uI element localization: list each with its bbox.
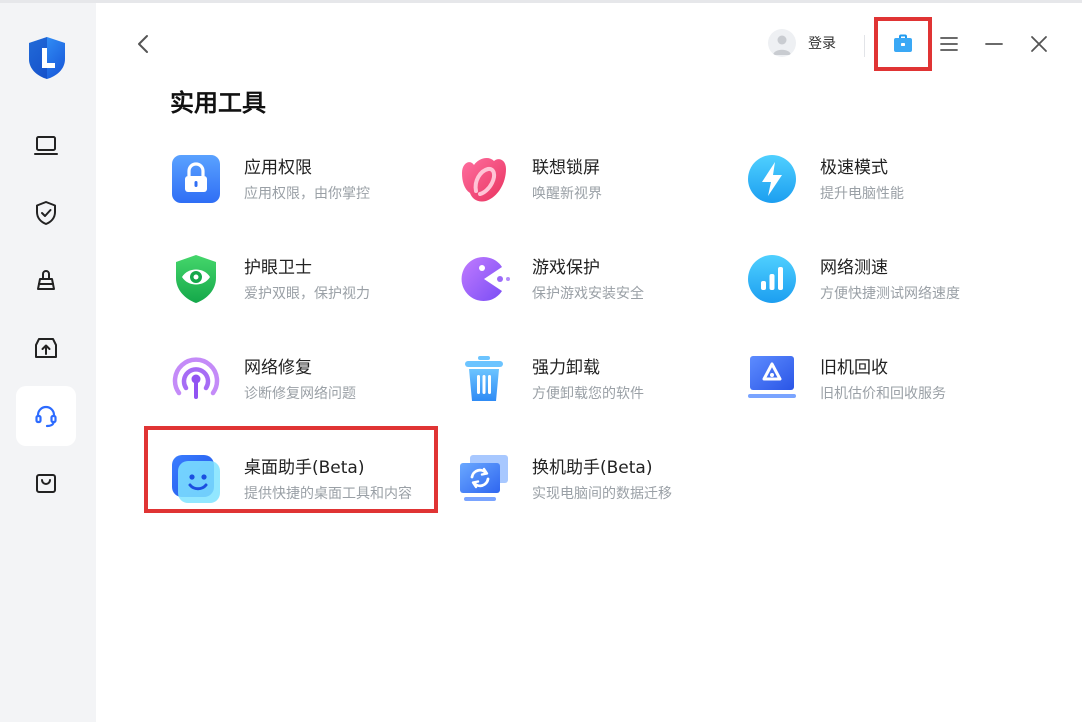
shield-check-icon <box>36 201 56 225</box>
main-panel: 登录 实用工具 应用权限 应用权限，由你掌控 联想锁屏 唤醒新视界 极速模式 提… <box>96 3 1082 722</box>
tool-desc: 提升电脑性能 <box>820 186 904 202</box>
tool-name: 强力卸载 <box>532 358 600 378</box>
tool-desc: 唤醒新视界 <box>532 186 602 202</box>
toolbox-icon <box>894 34 912 52</box>
trash-icon <box>458 353 510 405</box>
nav-item-shop[interactable] <box>16 453 76 513</box>
login-button[interactable]: 登录 <box>768 28 836 58</box>
tool-app-permission[interactable]: 应用权限 应用权限，由你掌控 <box>170 153 450 223</box>
tool-desc: 方便卸载您的软件 <box>532 386 644 402</box>
nav-item-device[interactable] <box>16 116 76 176</box>
close-icon <box>1031 36 1047 52</box>
chevron-left-icon <box>138 35 148 53</box>
eye-shield-icon <box>170 253 222 305</box>
user-icon <box>773 35 791 55</box>
migrate-icon <box>458 453 510 505</box>
tool-desc: 爱护双眼，保护视力 <box>244 286 370 302</box>
driver-upload-icon <box>35 338 57 358</box>
nav-item-security[interactable] <box>16 183 76 243</box>
tool-speed-mode[interactable]: 极速模式 提升电脑性能 <box>746 153 1026 223</box>
minimize-icon <box>985 43 1003 45</box>
tool-name: 旧机回收 <box>820 358 888 378</box>
wifi-signal-icon <box>170 353 222 405</box>
toolbox-button[interactable] <box>874 17 932 71</box>
pacman-icon <box>458 253 510 305</box>
nav-item-clean[interactable] <box>16 251 76 311</box>
sidebar <box>0 3 96 722</box>
headset-icon <box>35 405 57 428</box>
nav-item-driver[interactable] <box>16 318 76 378</box>
login-label: 登录 <box>808 36 836 52</box>
bar-chart-icon <box>746 253 798 305</box>
menu-button[interactable] <box>934 29 964 59</box>
nav-item-service[interactable] <box>16 386 76 446</box>
tool-network-speed[interactable]: 网络测速 方便快捷测试网络速度 <box>746 253 1026 323</box>
laptop-icon <box>34 136 58 155</box>
tool-migration-assistant[interactable]: 换机助手(Beta) 实现电脑间的数据迁移 <box>458 453 738 523</box>
tool-name: 护眼卫士 <box>244 258 312 278</box>
shopping-bag-icon <box>36 474 56 493</box>
lightning-icon <box>746 153 798 205</box>
tool-network-repair[interactable]: 网络修复 诊断修复网络问题 <box>170 353 450 423</box>
tool-name: 联想锁屏 <box>532 158 600 178</box>
lenovo-lockscreen-icon <box>458 153 510 205</box>
tool-name: 网络测速 <box>820 258 888 278</box>
back-button[interactable] <box>130 29 156 59</box>
tool-desc: 方便快捷测试网络速度 <box>820 286 960 302</box>
tool-name: 应用权限 <box>244 158 312 178</box>
hamburger-icon <box>940 37 958 51</box>
tool-desc: 应用权限，由你掌控 <box>244 186 370 202</box>
avatar <box>768 29 796 57</box>
cleaning-icon <box>37 270 55 290</box>
tool-desc: 诊断修复网络问题 <box>244 386 356 402</box>
tool-eye-guard[interactable]: 护眼卫士 爱护双眼，保护视力 <box>170 253 450 323</box>
tool-uninstall[interactable]: 强力卸载 方便卸载您的软件 <box>458 353 738 423</box>
lock-icon <box>170 153 222 205</box>
header-divider <box>864 35 865 57</box>
page-title: 实用工具 <box>170 89 266 117</box>
tool-game-protect[interactable]: 游戏保护 保护游戏安装安全 <box>458 253 738 323</box>
tool-desc: 实现电脑间的数据迁移 <box>532 486 672 502</box>
tool-desc: 旧机估价和回收服务 <box>820 386 946 402</box>
minimize-button[interactable] <box>979 29 1009 59</box>
tool-name: 网络修复 <box>244 358 312 378</box>
tool-recycle[interactable]: 旧机回收 旧机估价和回收服务 <box>746 353 1026 423</box>
recycle-monitor-icon <box>746 353 798 405</box>
tool-name: 换机助手(Beta) <box>532 458 653 478</box>
tool-lenovo-lockscreen[interactable]: 联想锁屏 唤醒新视界 <box>458 153 738 223</box>
close-button[interactable] <box>1024 29 1054 59</box>
app-logo-icon <box>26 35 68 81</box>
highlight-annotation <box>144 426 438 513</box>
tool-name: 极速模式 <box>820 158 888 178</box>
tool-name: 游戏保护 <box>532 258 600 278</box>
tool-desc: 保护游戏安装安全 <box>532 286 644 302</box>
